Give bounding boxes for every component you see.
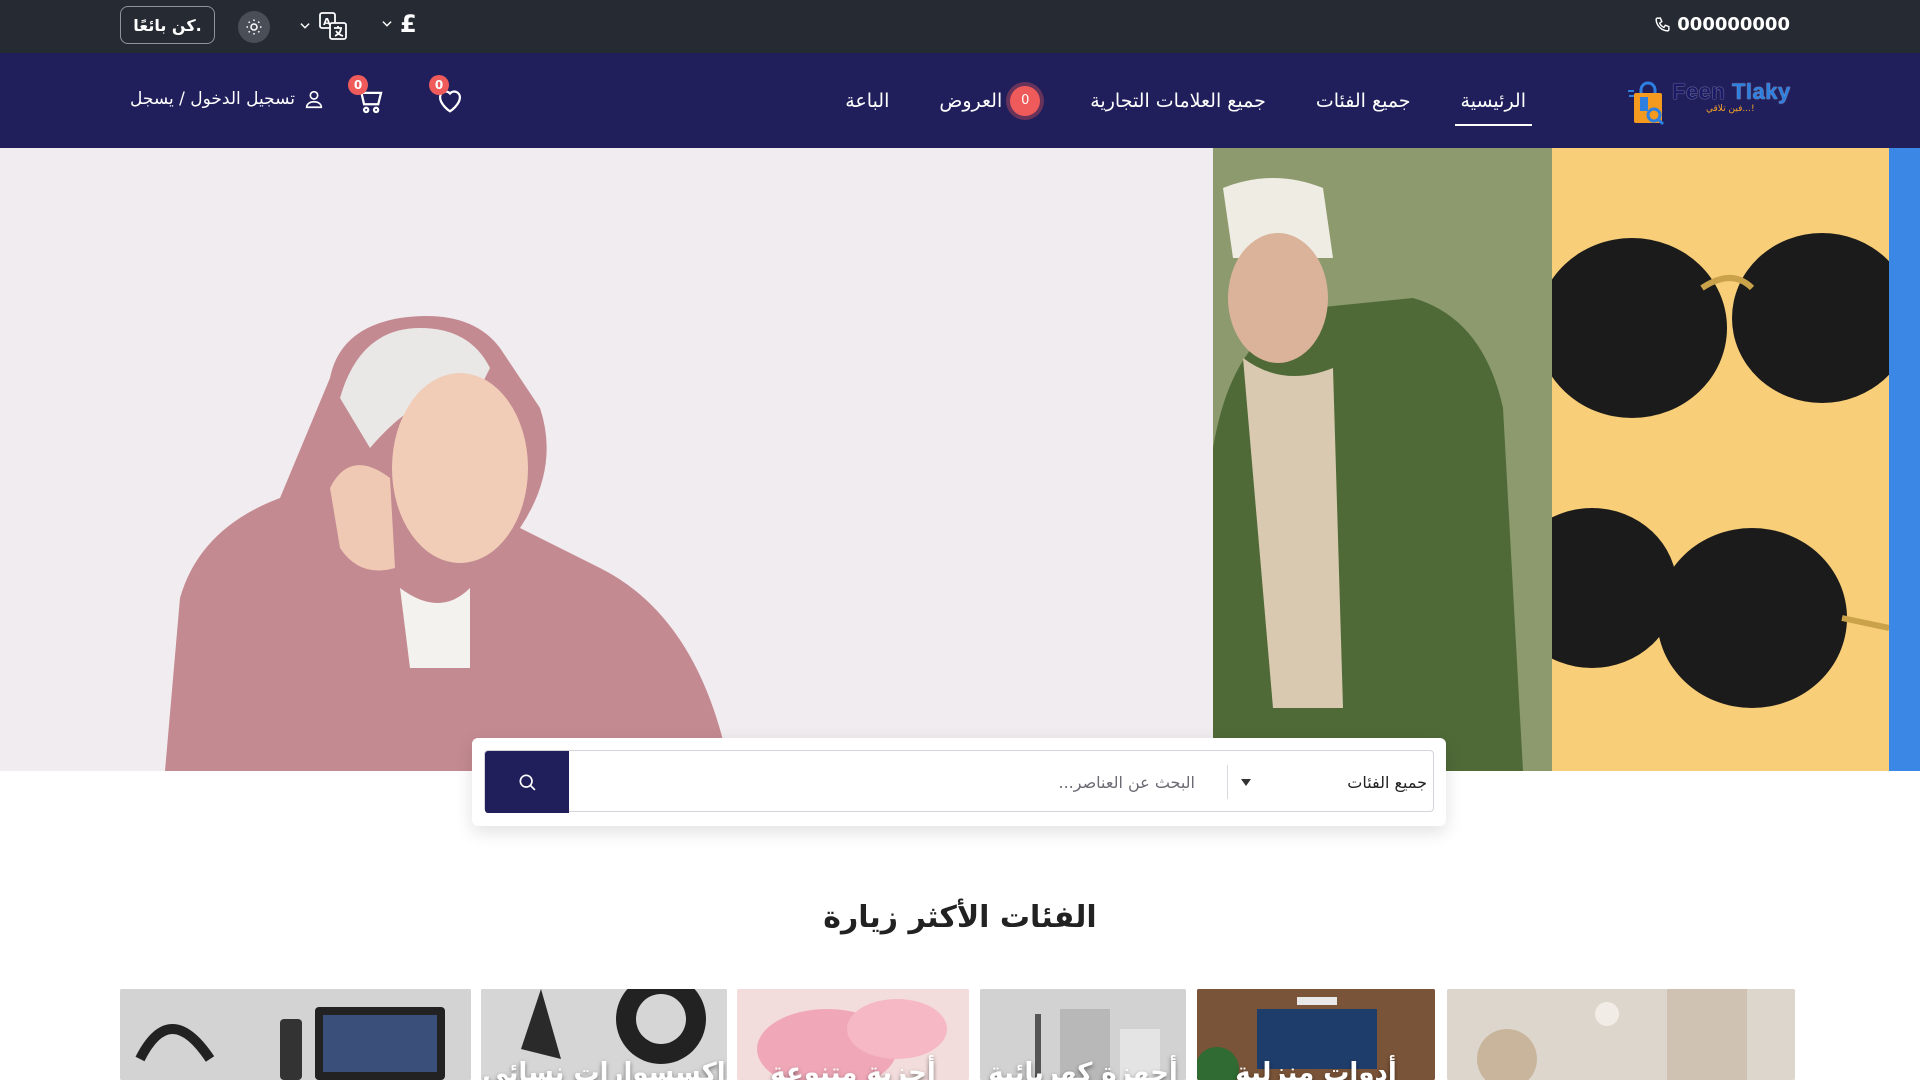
search-input[interactable] [585, 751, 1195, 813]
cart-count-badge: 0 [348, 75, 368, 95]
hero-image-man-jacket[interactable] [1213, 148, 1552, 771]
category-card-women-accessories[interactable]: إكسسوارات نسائي [481, 989, 727, 1080]
offers-count-badge: 0 [1010, 85, 1041, 116]
contact-phone[interactable]: 000000000 [1654, 14, 1790, 35]
category-label: إكسسوارات نسائي [482, 1058, 726, 1080]
shopping-bag-logo-icon [1628, 81, 1665, 125]
category-card-electronics[interactable] [120, 989, 471, 1080]
cart-button[interactable]: 0 [348, 75, 388, 119]
most-visited-title: الفئات الأكثر زيارة [823, 900, 1097, 935]
top-bar: 000000000 كن بائعًا. A £ [0, 0, 1920, 53]
hero-image-sunglasses[interactable] [1507, 148, 1912, 771]
hero-image-sneaker[interactable] [1889, 148, 1920, 771]
hero-image-woman-hoodie[interactable] [0, 148, 1213, 771]
site-logo[interactable]: Feen Tlaky فين تلاقي...! [1622, 73, 1794, 129]
chevron-down-icon [382, 21, 392, 27]
nav-all-brands[interactable]: جميع العلامات التجارية [1086, 84, 1270, 118]
wishlist-count-badge: 0 [429, 75, 449, 95]
search-panel: جميع الفئات [472, 738, 1446, 826]
category-dropdown-value: جميع الفئات [1347, 772, 1427, 792]
search-button[interactable] [485, 751, 569, 813]
woman-hoodie-illustration [165, 316, 730, 771]
translate-icon: A [319, 12, 347, 40]
language-switcher[interactable]: A [298, 11, 348, 41]
nav-sellers[interactable]: الباعة [841, 84, 893, 118]
brand-name: Feen Tlaky [1672, 79, 1791, 105]
sun-icon [246, 19, 262, 35]
nav-offers-label: العروض [939, 89, 1003, 112]
category-card-misc-shoes[interactable]: أجزية متنوعة [737, 989, 969, 1080]
living-room-image [1447, 989, 1795, 1080]
category-label: أجهزة كهربائية [988, 1058, 1178, 1080]
category-card-living-room[interactable] [1447, 989, 1795, 1080]
login-register-label: تسجيل الدخول / يسجل [130, 89, 296, 109]
category-card-home-tools[interactable]: أدوات منزلية [1197, 989, 1435, 1080]
category-dropdown[interactable]: جميع الفئات [1237, 751, 1427, 813]
wishlist-button[interactable]: 0 [429, 75, 469, 119]
nav-sellers-label: الباعة [845, 89, 890, 112]
caret-down-icon [1241, 778, 1251, 786]
search-icon [519, 774, 536, 791]
search-divider [1227, 765, 1228, 799]
category-card-electrical[interactable]: أجهزة كهربائية [980, 989, 1186, 1080]
nav-offers[interactable]: العروض 0 [935, 80, 1044, 122]
category-label: أجزية متنوعة [770, 1058, 936, 1080]
chevron-down-icon [300, 23, 310, 29]
nav-all-categories-label: جميع الفئات [1315, 89, 1411, 112]
nav-all-categories[interactable]: جميع الفئات [1312, 84, 1415, 118]
nav-home-label: الرئيسية [1460, 89, 1526, 112]
phone-icon [1655, 17, 1670, 32]
electronics-image [120, 989, 471, 1080]
hero-banner [0, 148, 1920, 771]
brand-tagline: فين تلاقي...! [1706, 104, 1755, 114]
category-label: أدوات منزلية [1235, 1058, 1397, 1080]
become-seller-button[interactable]: كن بائعًا. [120, 6, 215, 44]
nav-all-brands-label: جميع العلامات التجارية [1090, 89, 1266, 112]
search-box: جميع الفئات [484, 750, 1434, 813]
main-navbar: Feen Tlaky فين تلاقي...! الرئيسية جميع ا… [0, 53, 1920, 148]
phone-number: 000000000 [1677, 14, 1790, 35]
user-icon [305, 90, 323, 109]
currency-switcher[interactable]: £ [380, 10, 417, 38]
brand-name-first: Feen [1672, 79, 1732, 104]
sunglasses-illustration [1507, 233, 1912, 708]
primary-nav: الرئيسية جميع الفئات جميع العلامات التجا… [841, 53, 1533, 148]
man-jacket-illustration [1213, 178, 1523, 771]
theme-toggle-button[interactable] [238, 11, 270, 43]
login-register-link[interactable]: تسجيل الدخول / يسجل [130, 88, 325, 110]
currency-symbol: £ [400, 10, 417, 38]
brand-name-second: Tlaky [1731, 79, 1791, 104]
nav-home[interactable]: الرئيسية [1454, 84, 1533, 126]
